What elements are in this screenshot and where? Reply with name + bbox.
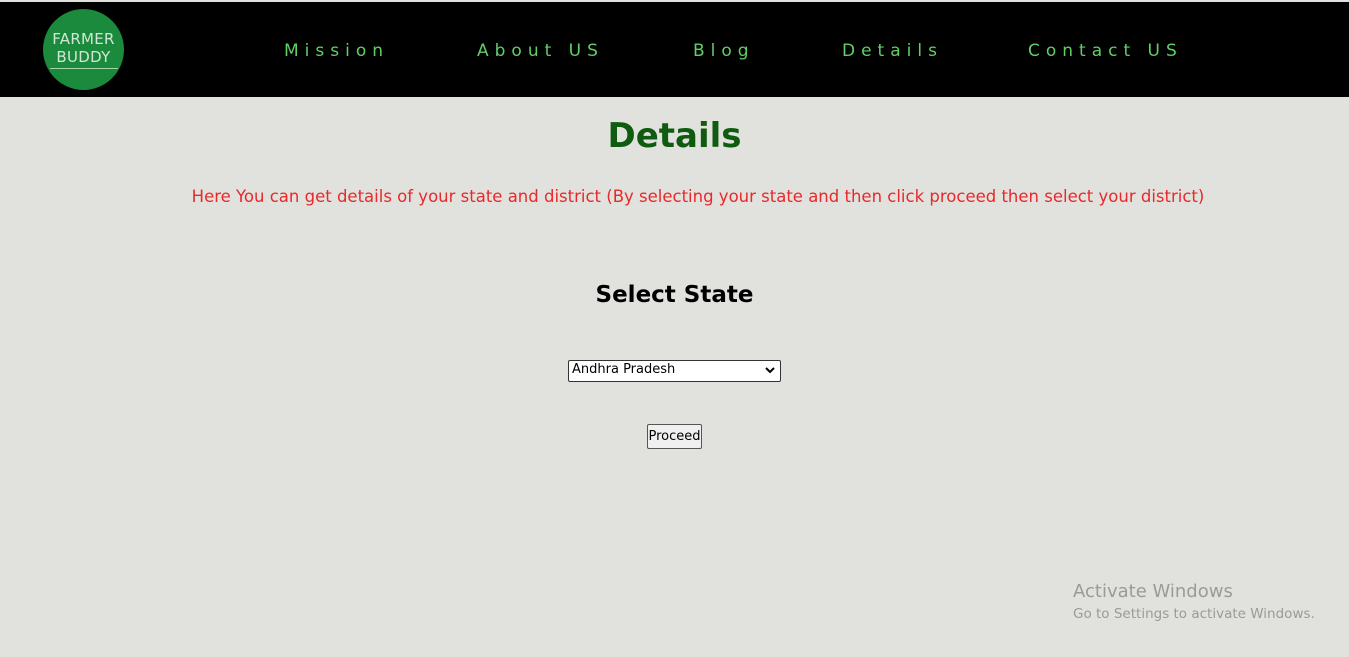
page-description: Here You can get details of your state a…	[191, 187, 1205, 206]
logo-line-2: BUDDY	[56, 48, 111, 66]
nav-link-mission[interactable]: Mission	[284, 41, 389, 61]
state-select-value: Andhra Pradesh	[572, 362, 676, 377]
navbar: FARMER BUDDY Mission About US Blog Detai…	[0, 2, 1349, 97]
select-state-heading: Select State	[595, 282, 754, 308]
nav-link-contact-us[interactable]: Contact US	[1028, 41, 1183, 61]
nav-link-about-us[interactable]: About US	[477, 41, 604, 61]
logo-underline	[49, 68, 118, 69]
proceed-button[interactable]: Proceed	[647, 424, 702, 449]
nav-link-blog[interactable]: Blog	[693, 41, 755, 61]
chevron-down-icon	[765, 367, 775, 374]
logo[interactable]: FARMER BUDDY	[43, 9, 124, 90]
watermark-subtitle: Go to Settings to activate Windows.	[1073, 606, 1315, 622]
logo-line-1: FARMER	[52, 30, 115, 48]
nav-link-details[interactable]: Details	[842, 41, 943, 61]
watermark-title: Activate Windows	[1073, 581, 1233, 602]
activate-windows-watermark: Activate Windows Go to Settings to activ…	[1073, 581, 1315, 622]
state-select[interactable]: Andhra Pradesh	[568, 360, 781, 382]
page-title: Details	[607, 116, 742, 156]
